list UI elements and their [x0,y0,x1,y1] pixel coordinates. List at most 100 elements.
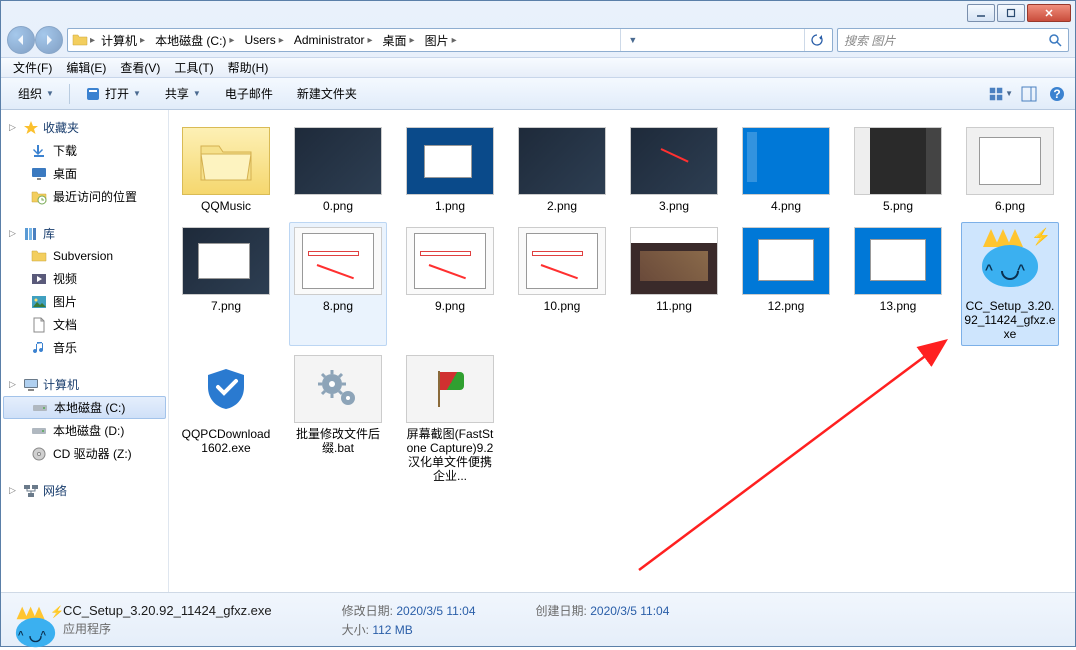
star-icon [23,120,39,136]
forward-button[interactable] [35,26,63,54]
file-item[interactable]: 4.png [737,122,835,218]
file-label: 0.png [323,199,353,213]
maximize-button[interactable] [997,4,1025,22]
menu-help[interactable]: 帮助(H) [222,57,275,78]
video-icon [31,271,47,287]
back-button[interactable] [7,26,35,54]
file-label: 13.png [880,299,917,313]
breadcrumb-users[interactable]: Users▸ [240,31,287,49]
search-placeholder: 搜索 图片 [844,32,895,49]
file-label: 6.png [995,199,1025,213]
file-label: 7.png [211,299,241,313]
file-list[interactable]: QQMusic 0.png 1.png 2.png 3.png 4.png 5.png 6.p… [169,110,1075,592]
sidebar-item-downloads[interactable]: 下载 [1,139,168,162]
explorer-window: ▸ 计算机▸ 本地磁盘 (C:)▸ Users▸ Administrator▸ … [0,0,1076,647]
file-item[interactable]: QQMusic [177,122,275,218]
download-icon [31,143,47,159]
search-input[interactable]: 搜索 图片 [837,28,1069,52]
refresh-button[interactable] [804,29,828,51]
breadcrumb-pictures[interactable]: 图片▸ [421,30,461,51]
details-filetype: 应用程序 [63,620,272,637]
navigation-pane[interactable]: ▷ 收藏夹 下载 桌面 最近访问的位置 ▷ 库 Subversion 视频 图片… [1,110,169,592]
address-bar[interactable]: ▸ 计算机▸ 本地磁盘 (C:)▸ Users▸ Administrator▸ … [67,28,833,52]
file-item[interactable]: 8.png [289,222,387,346]
minimize-button[interactable] [967,4,995,22]
navigation-row: ▸ 计算机▸ 本地磁盘 (C:)▸ Users▸ Administrator▸ … [1,23,1075,57]
open-button[interactable]: 打开▼ [74,80,152,107]
address-dropdown[interactable]: ▼ [620,29,644,51]
picture-icon [31,294,47,310]
separator [69,84,70,104]
sidebar-computer-header[interactable]: ▷ 计算机 [1,373,168,396]
music-icon [31,340,47,356]
cd-icon [31,446,47,462]
sidebar-item-drive-c[interactable]: 本地磁盘 (C:) [3,396,166,419]
file-item[interactable]: 3.png [625,122,723,218]
sidebar-item-drive-d[interactable]: 本地磁盘 (D:) [1,419,168,442]
file-item[interactable]: 10.png [513,222,611,346]
breadcrumb-desktop[interactable]: 桌面▸ [379,30,419,51]
details-created: 创建日期: 2020/3/5 11:04 [536,602,670,619]
sidebar-libraries-header[interactable]: ▷ 库 [1,222,168,245]
file-item[interactable]: 7.png [177,222,275,346]
file-item[interactable]: 0.png [289,122,387,218]
sidebar-item-recent[interactable]: 最近访问的位置 [1,185,168,208]
breadcrumb-drive-c[interactable]: 本地磁盘 (C:)▸ [151,30,238,51]
file-item[interactable]: 6.png [961,122,1059,218]
file-label: 8.png [323,299,353,313]
file-label: CC_Setup_3.20.92_11424_gfxz.exe [964,299,1056,341]
file-label: QQPCDownload1602.exe [180,427,272,455]
document-icon [31,317,47,333]
file-label: 4.png [771,199,801,213]
file-item[interactable]: 13.png [849,222,947,346]
new-folder-button[interactable]: 新建文件夹 [286,80,368,107]
sidebar-item-cd-drive[interactable]: CD 驱动器 (Z:) [1,442,168,465]
share-button[interactable]: 共享▼ [154,80,212,107]
menu-bar: 文件(F) 编辑(E) 查看(V) 工具(T) 帮助(H) [1,57,1075,78]
file-label: 11.png [656,299,692,313]
file-label: 12.png [768,299,805,313]
sidebar-item-videos[interactable]: 视频 [1,267,168,290]
file-item[interactable]: 2.png [513,122,611,218]
file-item[interactable]: 9.png [401,222,499,346]
disk-icon [31,423,47,439]
file-item[interactable]: 屏幕截图(FastStone Capture)9.2汉化单文件便携企业... [401,350,499,488]
file-item[interactable]: 批量修改文件后缀.bat [289,350,387,488]
menu-file[interactable]: 文件(F) [7,57,58,78]
sidebar-network-header[interactable]: ▷ 网络 [1,479,168,502]
main-area: ▷ 收藏夹 下载 桌面 最近访问的位置 ▷ 库 Subversion 视频 图片… [1,110,1075,592]
titlebar [1,1,1075,23]
sidebar-item-subversion[interactable]: Subversion [1,245,168,267]
file-label: 1.png [435,199,465,213]
selected-file-icon: ^ ^ ⚡ [11,599,53,641]
file-item[interactable]: QQPCDownload1602.exe [177,350,275,488]
email-button[interactable]: 电子邮件 [214,80,284,107]
file-item[interactable]: 5.png [849,122,947,218]
breadcrumb-administrator[interactable]: Administrator▸ [290,31,377,49]
breadcrumb-computer[interactable]: 计算机▸ [97,30,149,51]
sidebar-item-documents[interactable]: 文档 [1,313,168,336]
details-size: 大小: 112 MB [342,621,476,638]
file-item[interactable]: 1.png [401,122,499,218]
sidebar-item-desktop[interactable]: 桌面 [1,162,168,185]
view-options-button[interactable]: ▼ [989,82,1013,106]
folder-icon [72,32,88,48]
file-item[interactable]: 11.png [625,222,723,346]
close-button[interactable] [1027,4,1071,22]
network-icon [23,483,39,499]
sidebar-favorites-header[interactable]: ▷ 收藏夹 [1,116,168,139]
details-modified: 修改日期: 2020/3/5 11:04 [342,602,476,619]
sidebar-item-music[interactable]: 音乐 [1,336,168,359]
file-label: 2.png [547,199,577,213]
help-button[interactable]: ? [1045,82,1069,106]
file-item[interactable]: ^ ^⚡CC_Setup_3.20.92_11424_gfxz.exe [961,222,1059,346]
sidebar-item-pictures[interactable]: 图片 [1,290,168,313]
menu-view[interactable]: 查看(V) [114,57,166,78]
details-filename: CC_Setup_3.20.92_11424_gfxz.exe [63,603,272,618]
menu-tools[interactable]: 工具(T) [168,57,219,78]
file-item[interactable]: 12.png [737,222,835,346]
menu-edit[interactable]: 编辑(E) [60,57,112,78]
file-label: 5.png [883,199,913,213]
organize-button[interactable]: 组织▼ [7,80,65,107]
preview-pane-button[interactable] [1017,82,1041,106]
